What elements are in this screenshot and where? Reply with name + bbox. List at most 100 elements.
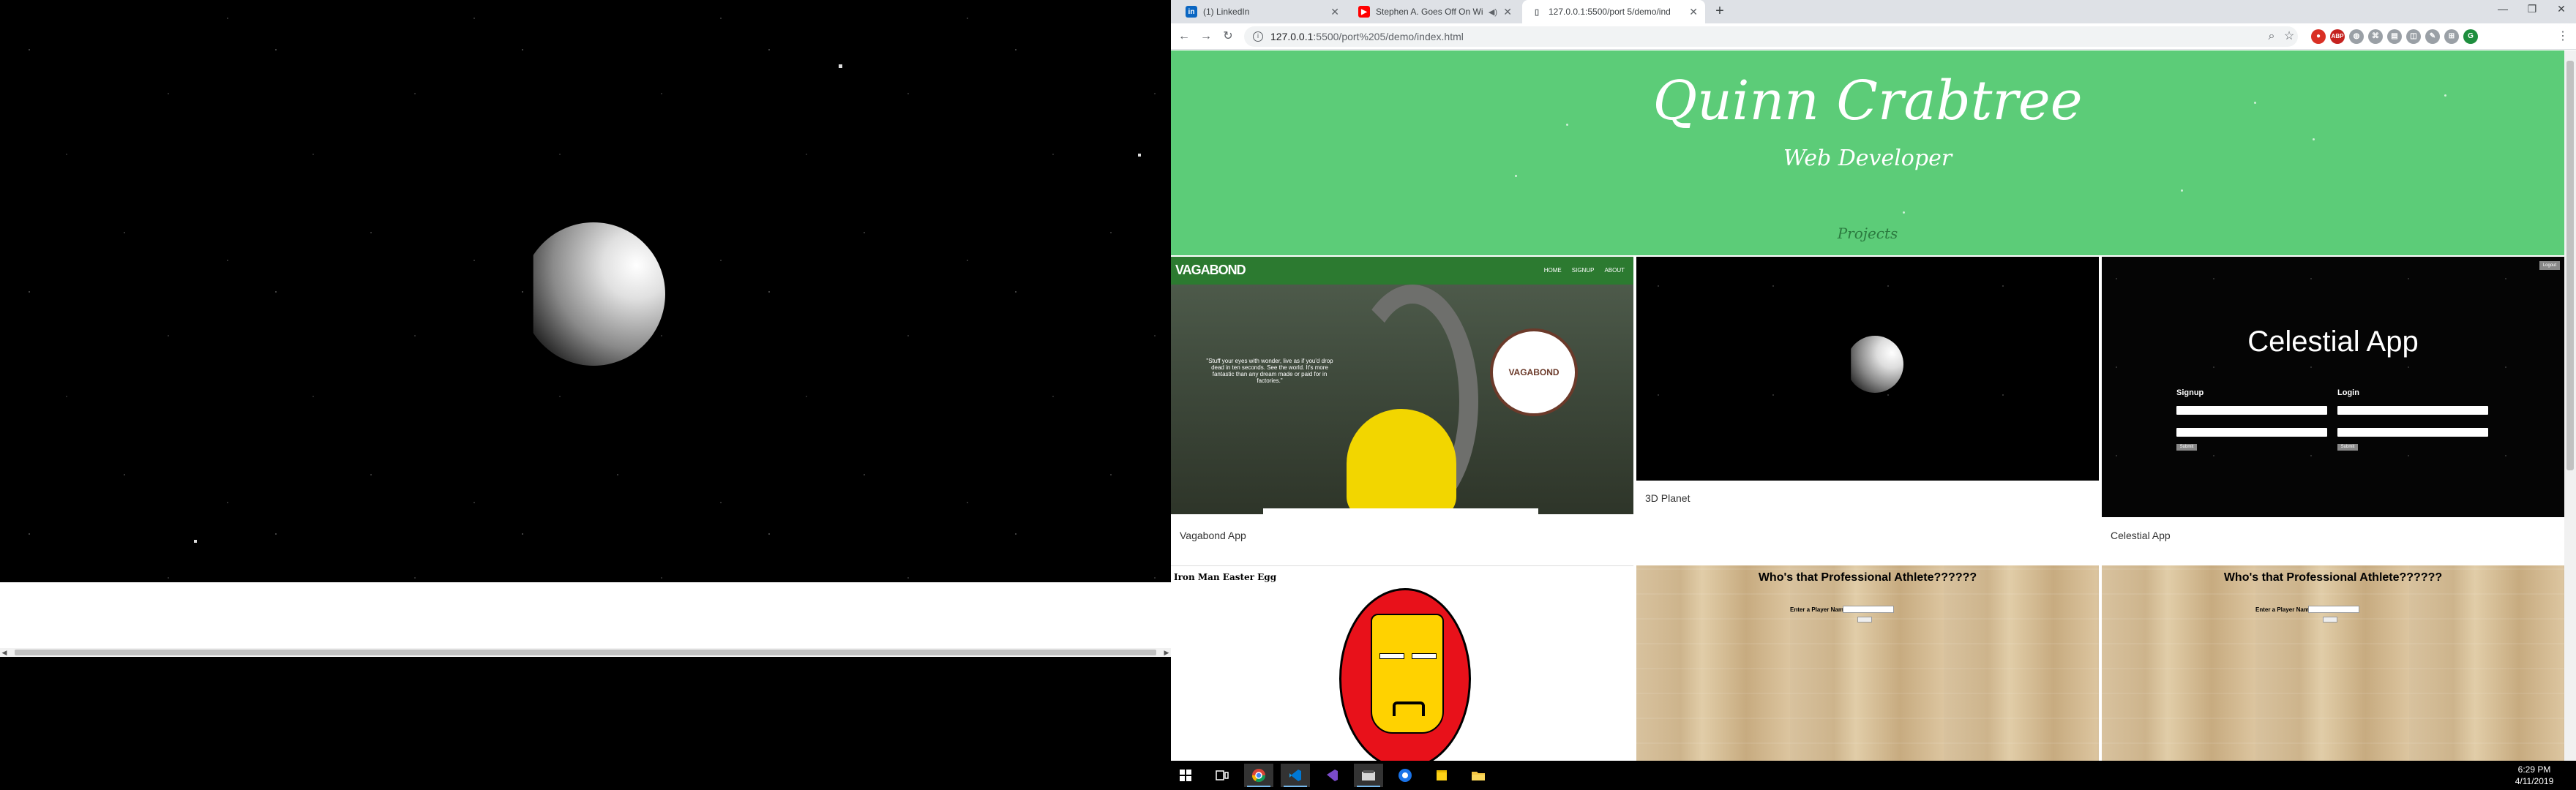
logout-button: Logout	[2539, 261, 2560, 270]
projects-link[interactable]: Projects	[1171, 225, 2564, 242]
windows-start-icon[interactable]	[1171, 764, 1200, 787]
project-thumbnail[interactable]: Logout Celestial App Signup Login Submit…	[2102, 257, 2564, 517]
ironman-faceplate	[1371, 614, 1444, 734]
page-title: Quinn Crabtree	[1652, 69, 2083, 132]
search-icon[interactable]: ⌕	[2264, 29, 2279, 44]
horizontal-scrollbar[interactable]: ◀ ▶	[0, 648, 1171, 657]
ironman-eye	[1412, 653, 1437, 659]
extension-icon[interactable]: ⊞	[2444, 29, 2459, 44]
close-icon[interactable]: ✕	[1503, 6, 1512, 18]
signup-email-field	[2176, 406, 2327, 415]
youtube-icon: ▶	[1358, 6, 1370, 18]
signup-submit-button: Submit	[2176, 444, 2197, 451]
player-name-field	[1843, 606, 1894, 613]
extension-icon[interactable]: ◫	[2406, 29, 2421, 44]
yellow-hood-figure	[1347, 409, 1456, 514]
new-tab-button[interactable]: +	[1711, 3, 1729, 20]
scroll-left-icon[interactable]: ◀	[0, 648, 9, 657]
star-icon[interactable]: ☆	[2282, 29, 2296, 44]
player-name-label: Enter a Player Name:	[2255, 606, 2315, 613]
url-host: 127.0.0.1	[1270, 31, 1314, 42]
desktop: ◀ ▶ in (1) LinkedIn ✕ ▶ Stephen A. Goes …	[0, 0, 2576, 790]
close-icon[interactable]: ✕	[1689, 6, 1698, 18]
forward-icon[interactable]: →	[1199, 29, 1213, 44]
login-submit-button: Submit	[2337, 444, 2358, 451]
linkedin-icon: in	[1186, 6, 1197, 18]
vagabond-logo: VAGABOND	[1175, 263, 1246, 277]
planet-sphere	[533, 222, 665, 366]
clock-time: 6:29 PM	[2517, 764, 2551, 775]
extension-icon[interactable]: ●	[2311, 29, 2326, 44]
athlete-title: Who's that Professional Athlete??????	[2223, 571, 2443, 584]
tab-localhost[interactable]: ▯ 127.0.0.1:5500/port 5/demo/ind ✕	[1522, 0, 1705, 23]
scroll-right-icon[interactable]: ▶	[1162, 648, 1171, 657]
close-window-icon[interactable]: ✕	[2547, 3, 2576, 15]
file-explorer-icon[interactable]	[1464, 764, 1493, 787]
file-explorer-ext-icon[interactable]	[1354, 764, 1383, 787]
nav-link: ABOUT	[1604, 267, 1625, 274]
star	[1515, 175, 1517, 177]
project-card-3d-planet[interactable]: 3D Planet	[1636, 257, 2099, 563]
close-icon[interactable]: ✕	[1330, 6, 1339, 18]
vscode-taskbar-icon[interactable]	[1281, 764, 1310, 787]
tab-strip: in (1) LinkedIn ✕ ▶ Stephen A. Goes Off …	[1171, 0, 2576, 23]
back-icon[interactable]: ←	[1177, 29, 1191, 44]
scrollbar-thumb[interactable]	[15, 650, 1156, 655]
extension-icon[interactable]: ✎	[2425, 29, 2440, 44]
ironman-title: Iron Man Easter Egg	[1174, 572, 1277, 582]
project-caption: 3D Planet	[1645, 492, 1690, 504]
vagabond-quote: "Stuff your eyes with wonder, live as if…	[1206, 358, 1333, 384]
project-thumbnail[interactable]	[1636, 565, 2099, 761]
reload-icon[interactable]: ↻	[1221, 29, 1235, 44]
task-view-icon[interactable]	[1208, 764, 1237, 787]
planet-sphere	[1851, 336, 1903, 393]
project-card-ironman[interactable]: Iron Man Easter Egg	[1171, 565, 1633, 761]
nav-link: SIGNUP	[1571, 267, 1595, 274]
project-card-vagabond[interactable]: VAGABOND HOME SIGNUP ABOUT "Stuff your e…	[1171, 257, 1633, 563]
page-footer-area	[0, 582, 1171, 648]
player-submit-button	[2323, 617, 2337, 622]
project-card-athlete[interactable]: Who's that Professional Athlete?????? En…	[1636, 565, 2099, 761]
menu-icon[interactable]: ⋮	[2556, 29, 2570, 44]
vagabond-nav-links: HOME SIGNUP ABOUT	[1544, 267, 1625, 274]
vagabond-navbar: VAGABOND HOME SIGNUP ABOUT	[1171, 257, 1633, 285]
vagabond-footer-strip	[1263, 508, 1538, 516]
profile-avatar-icon[interactable]: G	[2463, 29, 2478, 44]
star	[1138, 154, 1141, 157]
chrome-alt-taskbar-icon[interactable]	[1390, 764, 1420, 787]
clock-date: 4/11/2019	[2515, 776, 2554, 786]
project-thumbnail[interactable]: VAGABOND HOME SIGNUP ABOUT "Stuff your e…	[1171, 257, 1633, 517]
minimize-icon[interactable]: —	[2488, 3, 2517, 15]
adblock-icon[interactable]: ABP	[2330, 29, 2345, 44]
sticky-notes-icon[interactable]	[1427, 764, 1456, 787]
restore-icon[interactable]: ❐	[2517, 3, 2547, 15]
project-card-celestial[interactable]: Logout Celestial App Signup Login Submit…	[2102, 257, 2564, 563]
signup-password-field	[2176, 428, 2327, 437]
scrollbar-thumb[interactable]	[2566, 61, 2574, 470]
extension-icon[interactable]: ▤	[2387, 29, 2402, 44]
speaker-icon[interactable]: ◀)	[1489, 7, 1497, 17]
athlete-title: Who's that Professional Athlete??????	[1758, 571, 1977, 584]
extension-icon[interactable]: ◍	[2349, 29, 2364, 44]
login-email-field	[2337, 406, 2488, 415]
project-thumbnail[interactable]	[2102, 565, 2564, 761]
vagabond-hero-photo: "Stuff your eyes with wonder, live as if…	[1171, 285, 1633, 514]
address-bar[interactable]: i 127.0.0.1 :5500/port%205/demo/index.ht…	[1244, 26, 2298, 47]
system-clock[interactable]: 6:29 PM 4/11/2019	[2501, 764, 2567, 787]
ironman-mouth	[1393, 701, 1425, 716]
browser-toolbar: ← → ↻ i 127.0.0.1 :5500/port%205/demo/in…	[1171, 23, 2576, 50]
chrome-window: in (1) LinkedIn ✕ ▶ Stephen A. Goes Off …	[1171, 0, 2576, 761]
chrome-taskbar-icon[interactable]	[1244, 764, 1273, 787]
tab-linkedin[interactable]: in (1) LinkedIn ✕	[1177, 0, 1347, 23]
project-thumbnail[interactable]	[1636, 257, 2099, 481]
visual-studio-taskbar-icon[interactable]	[1317, 764, 1347, 787]
project-card-athlete-2[interactable]: Who's that Professional Athlete?????? En…	[2102, 565, 2564, 761]
tab-youtube[interactable]: ▶ Stephen A. Goes Off On Wi ◀) ✕	[1349, 0, 1519, 23]
star	[194, 540, 197, 543]
vertical-scrollbar[interactable]	[2564, 50, 2576, 761]
info-icon[interactable]: i	[1253, 31, 1263, 42]
page-subtitle: Web Developer	[1783, 146, 1952, 171]
hero-header: Quinn Crabtree Web Developer Projects	[1171, 50, 2564, 255]
extension-icon[interactable]: ⌘	[2368, 29, 2383, 44]
starfield-canvas[interactable]	[0, 6, 1171, 582]
